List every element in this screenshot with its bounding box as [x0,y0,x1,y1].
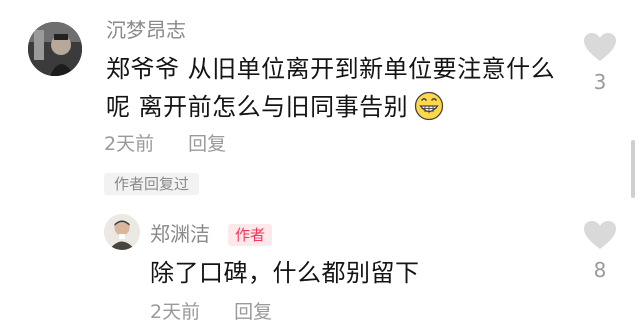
reply-meta: 2天前 回复 [150,300,272,324]
comment-text: 郑爷爷 从旧单位离开到新单位要注意什么呢 离开前怎么与旧同事告别 [106,50,568,132]
comment-reply-button[interactable]: 回复 [188,133,226,155]
author-badge: 作者 [228,224,273,246]
comment-text-content: 郑爷爷 从旧单位离开到新单位要注意什么呢 离开前怎么与旧同事告别 [106,55,556,121]
grinning-face-icon [414,91,444,132]
heart-icon [583,33,617,66]
heart-icon [583,221,617,254]
reply-avatar[interactable] [104,214,140,250]
reply-like-count: 8 [593,258,607,282]
comment-like-count: 3 [593,70,607,94]
reply-like-button[interactable]: 8 [580,220,620,282]
comment-username[interactable]: 沉梦昂志 [106,18,186,42]
comment-time: 2天前 [104,133,155,155]
reply-reply-button[interactable]: 回复 [234,301,272,323]
comment-meta: 2天前 回复 [104,132,226,156]
comment-section: 沉梦昂志 郑爷爷 从旧单位离开到新单位要注意什么呢 离开前怎么与旧同事告别 2天… [0,0,641,330]
comment-like-button[interactable]: 3 [580,32,620,94]
scrollbar[interactable] [631,140,635,198]
avatar[interactable] [28,22,82,76]
reply-time: 2天前 [150,301,201,323]
reply-username[interactable]: 郑渊洁 [150,222,210,246]
author-replied-tag[interactable]: 作者回复过 [104,173,200,195]
reply-text: 除了口碑，什么都别留下 [150,259,420,287]
